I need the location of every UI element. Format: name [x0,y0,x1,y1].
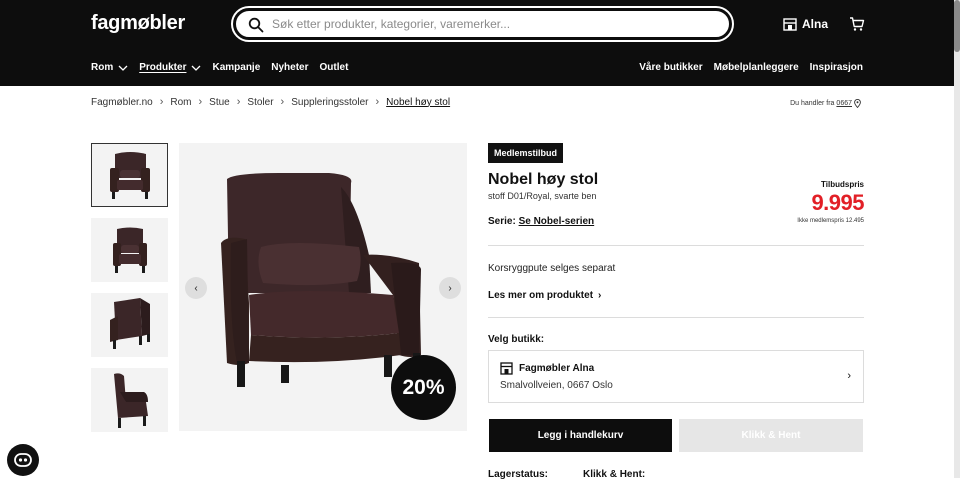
discount-badge: 20% [391,355,456,420]
thumbnail-3[interactable] [91,293,168,357]
breadcrumb-current[interactable]: Nobel høy stol [386,97,450,108]
scrollbar-thumb[interactable] [954,0,960,52]
divider [488,245,864,246]
nav-item-outlet[interactable]: Outlet [320,62,349,73]
series-link[interactable]: Se Nobel-serien [519,216,595,227]
chevron-right-icon: › [280,96,285,108]
thumbnail-2[interactable] [91,218,168,282]
store-select-box[interactable]: Fagmøbler Alna Smalvollveien, 0667 Oslo … [488,350,864,403]
nav-item-stores[interactable]: Våre butikker [639,62,702,73]
product-note: Korsryggpute selges separat [488,263,616,274]
thumbnail-list [91,143,168,443]
nav-item-planners[interactable]: Møbelplanleggere [714,62,799,73]
nav-item-rom[interactable]: Rom [91,62,128,73]
site-header: fagmøbler Alna Rom Produkter Kampanje Ny… [0,0,954,86]
secondary-nav: Våre butikker Møbelplanleggere Inspirasj… [639,62,863,73]
regular-price: Ikke medlemspris 12.495 [797,218,864,224]
product-title: Nobel høy stol [488,171,599,188]
store-selector[interactable]: Alna [783,17,828,31]
cart-icon[interactable] [849,16,865,32]
price-label: Tilbudspris [821,180,864,189]
breadcrumb: Fagmøbler.no › Rom › Stue › Stoler › Sup… [91,96,450,108]
series-label: Serie: [488,216,516,227]
add-to-cart-button[interactable]: Legg i handlekurv [489,419,672,452]
price: 9.995 [811,190,864,215]
store-name: Fagmøbler Alna [519,363,595,374]
chevron-left-icon: ‹ [194,282,198,294]
divider [488,317,864,318]
chair-front-image [109,152,150,199]
chevron-down-icon [192,65,201,71]
read-more-link[interactable]: Les mer om produktet › [488,290,601,301]
nav-item-label: Rom [91,62,114,73]
logo[interactable]: fagmøbler [91,12,185,35]
chat-icon [14,453,32,467]
chevron-right-icon: › [448,282,452,294]
nav-item-nyheter[interactable]: Nyheter [271,62,308,73]
location-info: Du handler fra 0667 [790,99,861,108]
chair-side-image [113,373,148,428]
chevron-down-icon [118,65,128,71]
search-input[interactable] [272,15,712,33]
chair-straight-image [112,227,147,273]
thumbnail-4[interactable] [91,368,168,432]
store-address: Smalvollveien, 0667 Oslo [500,380,613,391]
stock-status-label: Lagerstatus: [488,469,549,480]
next-image-button[interactable]: › [439,277,461,299]
location-code[interactable]: 0667 [836,100,852,107]
product-subtitle: stoff D01/Royal, svarte ben [488,191,597,201]
store-icon [783,17,797,31]
member-offer-tag: Medlemstilbud [488,143,564,163]
choose-store-label: Velg butikk: [488,334,545,345]
breadcrumb-item[interactable]: Suppleringsstoler [291,97,368,108]
main-nav: Rom Produkter Kampanje Nyheter Outlet [91,62,348,73]
chevron-right-icon: › [598,290,602,301]
series-row: Serie: Se Nobel-serien [488,216,594,227]
chevron-right-icon: › [236,96,241,108]
chevron-right-icon: › [198,96,203,108]
breadcrumb-item[interactable]: Fagmøbler.no [91,97,153,108]
breadcrumb-item[interactable]: Stoler [247,97,273,108]
store-selector-label: Alna [802,17,829,31]
chat-button[interactable] [7,444,39,476]
product-info: Medlemstilbud Nobel høy stol stoff D01/R… [488,143,864,480]
chevron-right-icon: › [847,370,851,382]
store-icon [500,362,513,375]
nav-item-kampanje[interactable]: Kampanje [212,62,260,73]
map-pin-icon [854,99,861,108]
nav-item-inspiration[interactable]: Inspirasjon [810,62,863,73]
location-prefix: Du handler fra [790,100,835,107]
click-collect-button[interactable]: Klikk & Hent [679,419,863,452]
chevron-right-icon: › [159,96,164,108]
nav-item-label: Produkter [139,62,187,73]
prev-image-button[interactable]: ‹ [185,277,207,299]
thumbnail-1[interactable] [91,143,168,207]
pickup-status-label: Klikk & Hent: [583,469,646,480]
page-scrollbar[interactable] [954,0,960,478]
read-more-label: Les mer om produktet [488,290,594,301]
search-icon [248,17,264,33]
breadcrumb-item[interactable]: Rom [170,97,191,108]
chair-back-image [109,298,150,349]
status-row: Lagerstatus: Klikk & Hent: [488,469,645,480]
breadcrumb-item[interactable]: Stue [209,97,230,108]
search-bar[interactable] [231,6,734,42]
nav-item-produkter[interactable]: Produkter [139,62,201,73]
chevron-right-icon: › [375,96,380,108]
product-main-image: ‹ › 20% [179,143,467,431]
